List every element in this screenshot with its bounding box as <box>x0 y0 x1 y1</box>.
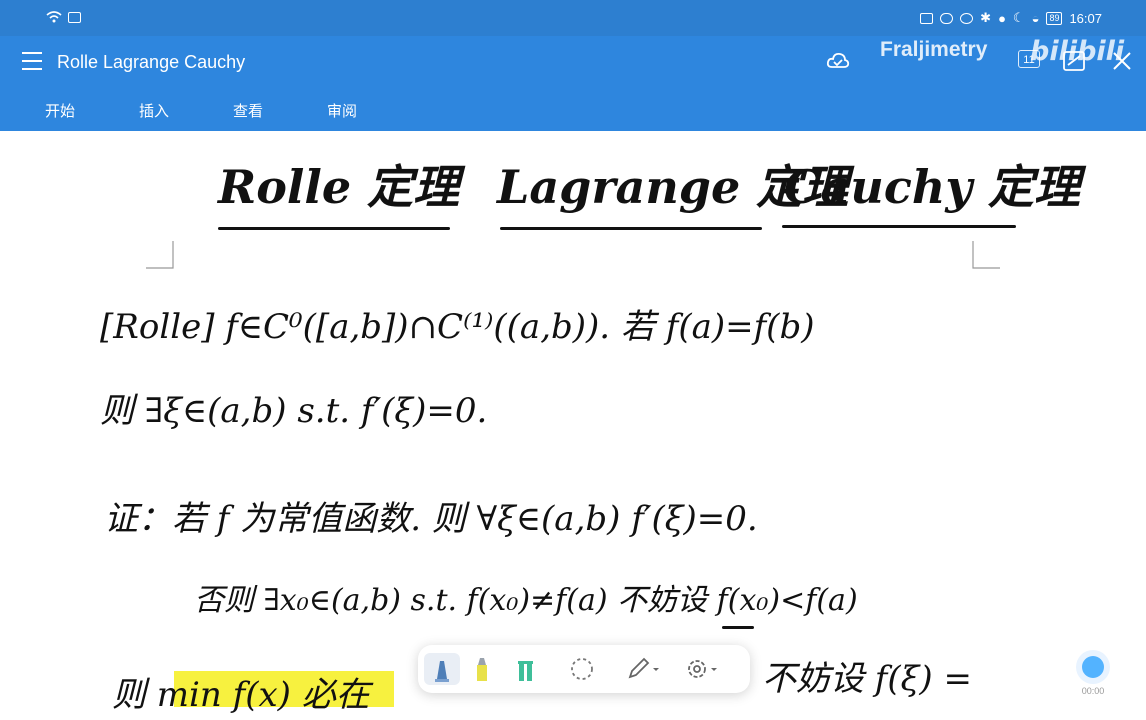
ribbon-tabs: 开始 插入 查看 审阅 <box>0 98 389 121</box>
note-line: 否则 ∃x₀∈(a,b) s.t. f(x₀)≠f(a) 不妨设 f(x₀)<f… <box>194 583 858 618</box>
moon-icon: ☾ <box>1012 10 1025 25</box>
cast-icon <box>920 12 934 24</box>
note-line: [Rolle] f∈C⁰([a,b])∩C⁽¹⁾((a,b)). 若 f(a)=… <box>100 307 815 347</box>
tab-review[interactable]: 审阅 <box>295 98 389 121</box>
note-line: 则 min f(x) 必在 <box>112 675 370 715</box>
document-title[interactable]: Rolle Lagrange Cauchy <box>57 52 245 73</box>
signal-icon: ◒ <box>1031 10 1040 26</box>
app-notification-icon <box>68 11 81 23</box>
pencil-dropdown-icon[interactable] <box>622 653 662 685</box>
title-underline <box>218 227 450 230</box>
highlighter-green-icon[interactable] <box>508 653 544 685</box>
settings-dropdown-icon[interactable] <box>680 653 720 685</box>
lasso-icon[interactable] <box>564 653 600 685</box>
cloud-sync-icon[interactable] <box>826 50 850 72</box>
note-canvas[interactable]: Rolle 定理 Lagrange 定理 Cauchy 定理 [Rolle] f… <box>0 131 1146 720</box>
status-bar: ✱ ● ☾ ◒ 89 16:07 <box>0 0 1146 36</box>
note-line: 不妨设 f(ξ) = <box>762 659 972 699</box>
pen-toolbar <box>418 645 750 693</box>
note-line: 证：若 f 为常值函数. 则 ∀ξ∈(a,b) f′(ξ)=0. <box>104 499 758 539</box>
record-button[interactable] <box>1076 650 1110 684</box>
page-corner-mark <box>146 241 174 269</box>
expand-icon[interactable] <box>1062 50 1086 72</box>
pen-blue-icon[interactable] <box>424 653 460 685</box>
bluetooth-icon: ✱ <box>980 10 992 25</box>
title-underline <box>500 227 762 230</box>
watermark-name: Fraljimetry <box>880 38 988 61</box>
page-corner-mark <box>972 241 1000 269</box>
window-count-button[interactable]: 11 <box>1018 50 1042 72</box>
tab-start[interactable]: 开始 <box>13 98 107 121</box>
note-line: 则 ∃ξ∈(a,b) s.t. f′(ξ)=0. <box>100 391 488 431</box>
title-underline <box>782 225 1016 228</box>
highlighter-yellow-icon[interactable] <box>464 653 500 685</box>
title-rolle: Rolle 定理 <box>218 160 460 214</box>
wifi-icon <box>46 11 62 23</box>
hamburger-menu-icon[interactable] <box>22 52 42 70</box>
tab-insert[interactable]: 插入 <box>107 98 201 121</box>
clock: 16:07 <box>1069 10 1102 26</box>
mic-icon: ● <box>998 10 1006 26</box>
tab-view[interactable]: 查看 <box>201 98 295 121</box>
battery-indicator: 89 <box>1046 11 1063 25</box>
title-cauchy: Cauchy 定理 <box>784 160 1081 214</box>
alarm-icon <box>960 12 974 24</box>
close-icon[interactable] <box>1110 50 1134 72</box>
record-timer: 00:00 <box>1081 686 1105 696</box>
window-count-badge: 11 <box>1018 50 1040 68</box>
app-header: Rolle Lagrange Cauchy Fraljimetry bilibi… <box>0 36 1146 131</box>
ink-mark <box>722 626 754 629</box>
eye-comfort-icon <box>940 12 954 24</box>
